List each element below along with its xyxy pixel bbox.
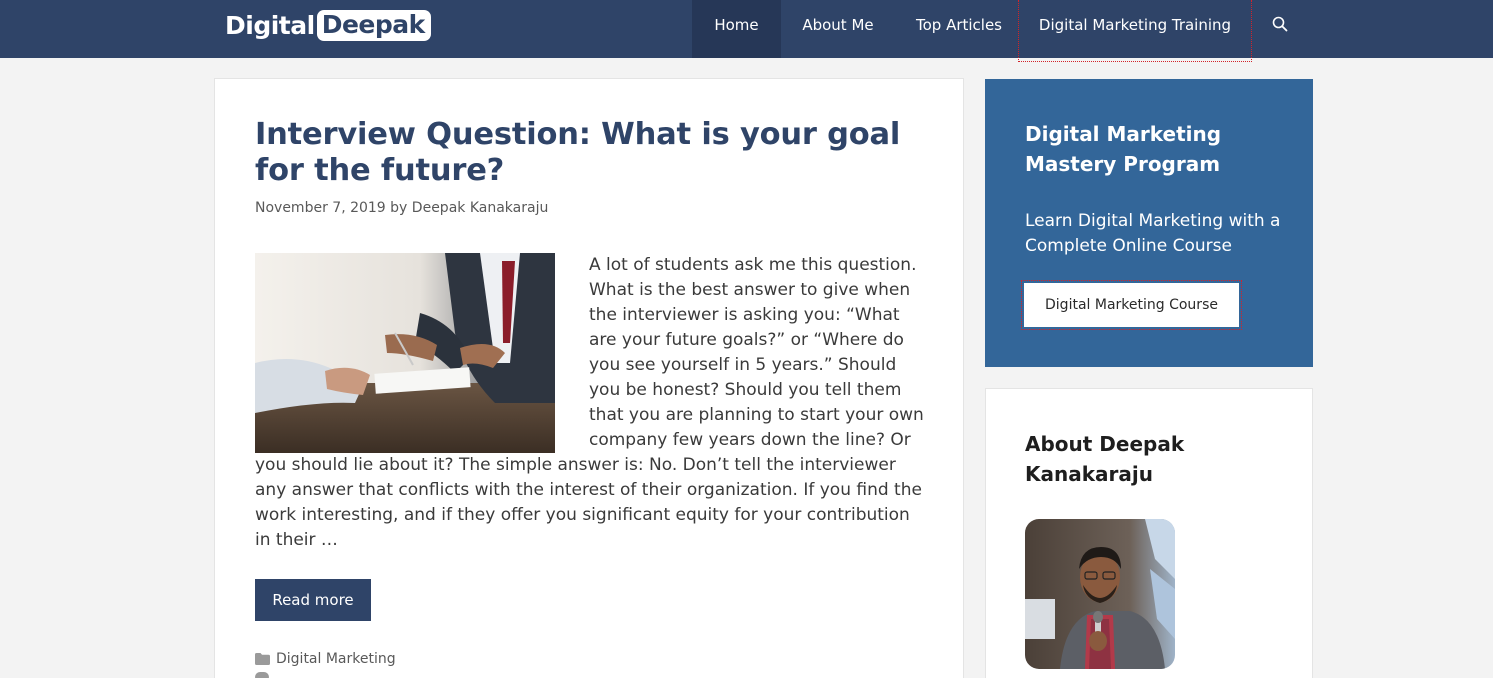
read-more-button[interactable]: Read more [255,579,371,621]
promo-title: Digital Marketing Mastery Program [1025,122,1222,176]
post-by: by [390,200,408,216]
nav-about-me[interactable]: About Me [781,0,895,58]
logo-text-deepak: Deepak [316,9,431,41]
search-button[interactable] [1262,0,1298,58]
digital-marketing-course-button[interactable]: Digital Marketing Course [1021,280,1242,330]
post-title[interactable]: Interview Question: What is your goal fo… [255,117,935,189]
folder-icon [255,653,270,665]
post-category: Digital Marketing [255,651,396,667]
article-card: Interview Question: What is your goal fo… [214,78,964,678]
interview-photo [255,253,555,453]
post-meta: November 7, 2019 by Deepak Kanakaraju [255,200,548,216]
post-excerpt: A lot of students ask me this question. … [255,253,925,553]
post-thumbnail[interactable] [255,253,555,453]
site-header: Digital Deepak Home About Me Top Article… [0,0,1493,62]
logo-text-digital: Digital [225,10,315,40]
promo-button-label[interactable]: Digital Marketing Course [1024,283,1239,327]
promo-widget: Digital Marketing Mastery Program Learn … [985,79,1313,367]
nav-digital-marketing-training[interactable]: Digital Marketing Training [1018,0,1252,62]
about-title: About Deepak Kanakaraju [1025,432,1185,486]
site-logo[interactable]: Digital Deepak [225,9,431,41]
about-widget: About Deepak Kanakaraju [985,388,1313,678]
category-link[interactable]: Digital Marketing [276,651,396,667]
post-author[interactable]: Deepak Kanakaraju [412,200,549,216]
search-icon [1272,16,1288,32]
comment-icon [255,672,269,678]
promo-text: Learn Digital Marketing with a Complete … [1025,211,1281,256]
nav-home[interactable]: Home [692,0,781,58]
nav-top-articles[interactable]: Top Articles [895,0,1023,58]
speaker-photo [1025,519,1175,669]
avatar [1025,519,1175,669]
post-date[interactable]: November 7, 2019 [255,200,386,216]
